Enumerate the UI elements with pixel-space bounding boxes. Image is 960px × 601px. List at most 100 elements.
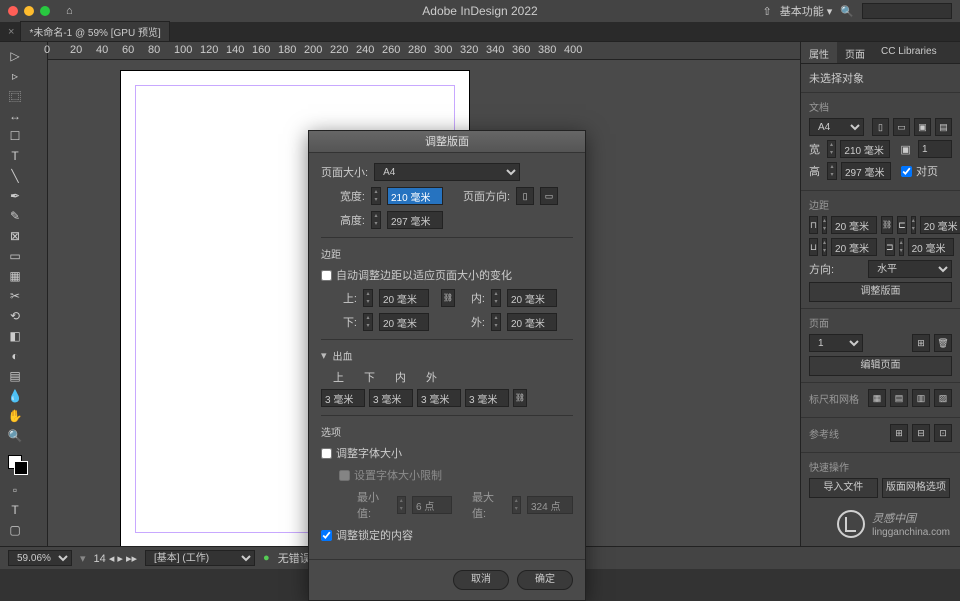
dialog-height-input[interactable] bbox=[387, 211, 443, 229]
pen-tool[interactable]: ✒ bbox=[1, 186, 29, 206]
bleed-top-input[interactable] bbox=[321, 389, 365, 407]
facing-pages-check[interactable] bbox=[901, 166, 912, 177]
orientation-select[interactable]: 水平 bbox=[868, 260, 952, 278]
layer-select[interactable]: [基本] (工作) bbox=[145, 550, 255, 566]
orientation-landscape-icon[interactable]: ▭ bbox=[893, 118, 910, 136]
dialog-margin-bottom-input[interactable] bbox=[379, 313, 429, 331]
gap-tool[interactable]: ↔ bbox=[1, 106, 29, 126]
grid-options-button[interactable]: 版面网格选项 bbox=[882, 478, 951, 498]
table-tool[interactable]: ▦ bbox=[1, 266, 29, 286]
margin-top-input[interactable] bbox=[831, 216, 877, 234]
ruler-grid-2-icon[interactable]: ▤ bbox=[890, 389, 908, 407]
margin-inside-icon: ⊏ bbox=[897, 216, 907, 234]
ruler-grid-3-icon[interactable]: ▥ bbox=[912, 389, 930, 407]
maximize-window[interactable] bbox=[40, 6, 50, 16]
default-fill-stroke[interactable]: ▫ bbox=[1, 480, 29, 500]
rectangle-frame-tool[interactable]: ⊠ bbox=[1, 226, 29, 246]
delete-page-icon[interactable]: 🗑 bbox=[934, 334, 952, 352]
width-spinner[interactable]: ▴▾ bbox=[827, 140, 837, 158]
content-collector-tool[interactable]: ☐ bbox=[1, 126, 29, 146]
dialog-margin-link-icon[interactable]: ⛓ bbox=[441, 289, 455, 307]
dialog-margin-top-input[interactable] bbox=[379, 289, 429, 307]
zoom-tool[interactable]: 🔍 bbox=[1, 426, 29, 446]
font-limit-check bbox=[339, 470, 350, 481]
share-icon[interactable]: ⇧ bbox=[763, 5, 772, 18]
dialog-width-input[interactable] bbox=[387, 187, 443, 205]
margin-outside-icon: ⊐ bbox=[885, 238, 895, 256]
free-transform-tool[interactable]: ⟲ bbox=[1, 306, 29, 326]
horizontal-ruler[interactable]: 0204060801001201401601802002202402602803… bbox=[48, 42, 800, 59]
guides-1-icon[interactable]: ⊞ bbox=[890, 424, 908, 442]
auto-adjust-margin-check[interactable] bbox=[321, 270, 332, 281]
ruler-grid-1-icon[interactable]: ▦ bbox=[868, 389, 886, 407]
guides-3-icon[interactable]: ⊡ bbox=[934, 424, 952, 442]
no-selection-label: 未选择对象 bbox=[809, 70, 952, 86]
height-spinner[interactable]: ▴▾ bbox=[827, 162, 837, 180]
gradient-feather-tool[interactable]: ◐ bbox=[1, 346, 29, 366]
direct-selection-tool[interactable]: ▹ bbox=[1, 66, 29, 86]
search-input[interactable] bbox=[862, 3, 952, 19]
dialog-margin-title: 边距 bbox=[321, 246, 573, 261]
page-count-input[interactable] bbox=[918, 140, 952, 158]
guides-2-icon[interactable]: ⊟ bbox=[912, 424, 930, 442]
pencil-tool[interactable]: ✎ bbox=[1, 206, 29, 226]
home-icon[interactable]: ⌂ bbox=[66, 5, 73, 17]
dialog-margin-inside-input[interactable] bbox=[507, 289, 557, 307]
tab-pages[interactable]: 页面 bbox=[837, 42, 873, 63]
rectangle-tool[interactable]: ▭ bbox=[1, 246, 29, 266]
bleed-bottom-input[interactable] bbox=[369, 389, 413, 407]
adjust-locked-check[interactable] bbox=[321, 530, 332, 541]
page-preset-select[interactable]: A4 bbox=[809, 118, 864, 136]
scissors-tool[interactable]: ✂ bbox=[1, 286, 29, 306]
error-status: 无错误 bbox=[278, 550, 311, 566]
hand-tool[interactable]: ✋ bbox=[1, 406, 29, 426]
formatting-container[interactable]: T bbox=[1, 500, 29, 520]
adjust-layout-button[interactable]: 调整版面 bbox=[809, 282, 952, 302]
bleed-inside-input[interactable] bbox=[417, 389, 461, 407]
line-tool[interactable]: ╲ bbox=[1, 166, 29, 186]
new-page-icon[interactable]: ⊞ bbox=[912, 334, 930, 352]
page-tool[interactable]: ⿴ bbox=[1, 86, 29, 106]
tab-cc-libraries[interactable]: CC Libraries bbox=[873, 42, 945, 63]
bleed-outside-input[interactable] bbox=[465, 389, 509, 407]
zoom-select[interactable]: 59.06% bbox=[8, 550, 72, 566]
margin-outside-input[interactable] bbox=[908, 238, 954, 256]
edit-page-button[interactable]: 编辑页面 bbox=[809, 356, 952, 376]
ruler-grid-4-icon[interactable]: ▨ bbox=[934, 389, 952, 407]
close-window[interactable] bbox=[8, 6, 18, 16]
note-tool[interactable]: ▤ bbox=[1, 366, 29, 386]
selection-tool[interactable]: ▷ bbox=[1, 46, 29, 66]
margin-link-icon[interactable]: ⛓ bbox=[881, 216, 893, 234]
current-page-select[interactable]: 1 bbox=[809, 334, 863, 352]
bleed-section-toggle[interactable]: ▾ bbox=[321, 349, 327, 362]
height-input[interactable] bbox=[841, 162, 891, 180]
width-input[interactable] bbox=[840, 140, 890, 158]
cancel-button[interactable]: 取消 bbox=[453, 570, 509, 590]
workspace-selector[interactable]: 基本功能 ▾ bbox=[780, 3, 833, 19]
screen-mode[interactable]: ▢ bbox=[1, 520, 29, 540]
orientation-portrait-icon[interactable]: ▯ bbox=[872, 118, 889, 136]
page-size-select[interactable]: A4 bbox=[374, 163, 520, 181]
margin-inside-input[interactable] bbox=[920, 216, 960, 234]
bleed-link-icon[interactable]: ⛓ bbox=[513, 389, 527, 407]
margin-bottom-input[interactable] bbox=[831, 238, 877, 256]
ok-button[interactable]: 确定 bbox=[517, 570, 573, 590]
adjust-font-size-check[interactable] bbox=[321, 448, 332, 459]
dialog-orientation-landscape-icon[interactable]: ▭ bbox=[540, 187, 558, 205]
eyedropper-tool[interactable]: 💧 bbox=[1, 386, 29, 406]
vertical-ruler[interactable] bbox=[30, 60, 48, 546]
close-tab-icon[interactable]: × bbox=[8, 26, 14, 38]
margin-top-icon: ⊓ bbox=[809, 216, 818, 234]
binding-rtl-icon[interactable]: ▤ bbox=[935, 118, 952, 136]
binding-ltr-icon[interactable]: ▣ bbox=[914, 118, 931, 136]
minimize-window[interactable] bbox=[24, 6, 34, 16]
page-orientation-label: 页面方向: bbox=[463, 188, 510, 204]
document-tab[interactable]: *未命名-1 @ 59% [GPU 预览] bbox=[20, 21, 169, 42]
type-tool[interactable]: T bbox=[1, 146, 29, 166]
gradient-swatch-tool[interactable]: ◧ bbox=[1, 326, 29, 346]
fill-stroke-swatch[interactable] bbox=[1, 450, 29, 474]
dialog-orientation-portrait-icon[interactable]: ▯ bbox=[516, 187, 534, 205]
dialog-margin-outside-input[interactable] bbox=[507, 313, 557, 331]
import-file-button[interactable]: 导入文件 bbox=[809, 478, 878, 498]
tab-properties[interactable]: 属性 bbox=[801, 42, 837, 63]
